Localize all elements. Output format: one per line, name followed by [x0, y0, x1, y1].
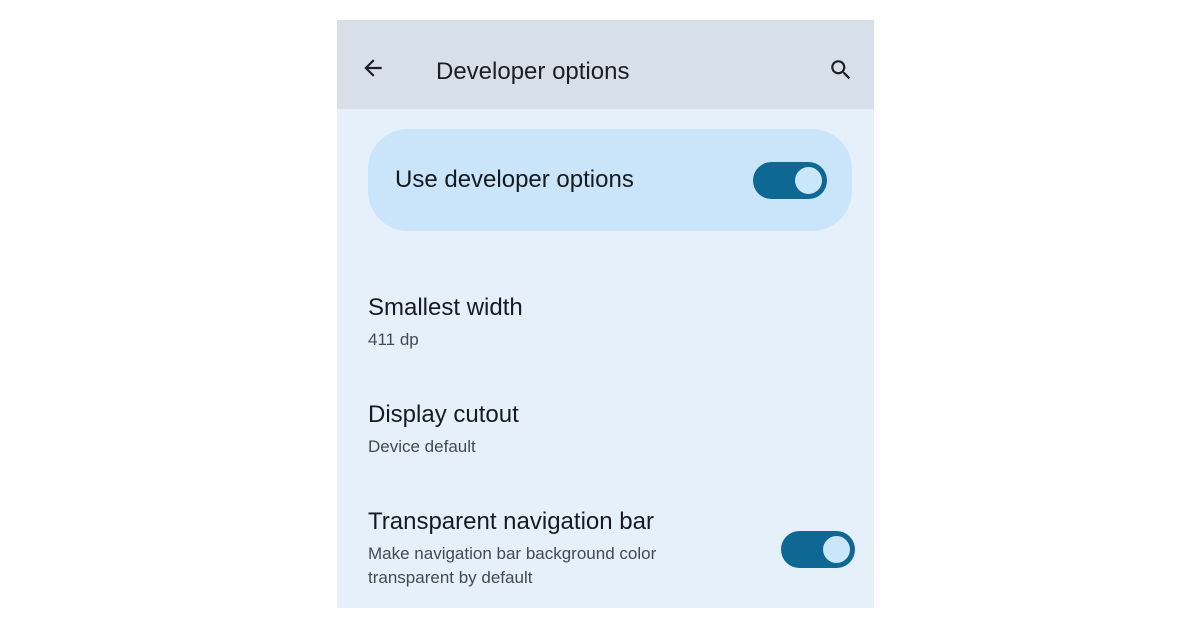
use-developer-options-label: Use developer options	[395, 166, 634, 193]
toggle-thumb	[823, 536, 850, 563]
transparent-navigation-bar-preference[interactable]: Transparent navigation bar Make navigati…	[368, 508, 788, 590]
page-title: Developer options	[436, 58, 630, 85]
developer-options-screen: Developer options Use developer options …	[337, 20, 874, 608]
toggle-thumb	[795, 167, 822, 194]
search-icon	[828, 57, 854, 88]
arrow-back-icon	[360, 55, 386, 86]
display-cutout-preference[interactable]: Display cutout Device default	[368, 401, 788, 459]
back-button[interactable]	[357, 54, 389, 86]
use-developer-options-toggle[interactable]	[753, 162, 827, 199]
smallest-width-preference[interactable]: Smallest width 411 dp	[368, 294, 788, 352]
top-app-bar: Developer options	[337, 20, 874, 109]
display-cutout-value: Device default	[368, 437, 476, 456]
search-button[interactable]	[825, 56, 857, 88]
smallest-width-value: 411 dp	[368, 330, 419, 349]
use-developer-options-card[interactable]: Use developer options	[368, 129, 852, 231]
transparent-navigation-bar-toggle[interactable]	[781, 531, 855, 568]
transparent-navigation-bar-title: Transparent navigation bar	[368, 508, 654, 535]
display-cutout-title: Display cutout	[368, 401, 519, 428]
transparent-navigation-bar-summary: Make navigation bar background color tra…	[368, 544, 657, 587]
smallest-width-title: Smallest width	[368, 294, 523, 321]
